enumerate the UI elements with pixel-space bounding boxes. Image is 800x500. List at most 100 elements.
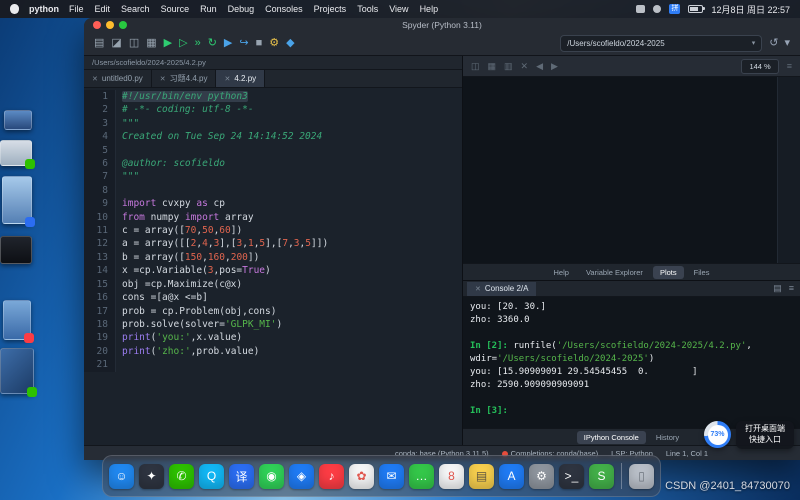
code-line[interactable]: 3""": [84, 117, 462, 130]
dock-icon-trash[interactable]: ▯: [629, 464, 654, 489]
run-cell-advance-icon[interactable]: »: [195, 38, 201, 49]
dock-icon-qq[interactable]: Q: [199, 464, 224, 489]
code-line[interactable]: 2# -*- coding: utf-8 -*-: [84, 103, 462, 116]
console-options-menu-icon[interactable]: ≡: [789, 283, 794, 294]
code-line[interactable]: 18prob.solve(solver='GLPK_MI'): [84, 318, 462, 331]
next-plot-icon[interactable]: ▶: [551, 61, 558, 72]
preferences-wrench-icon[interactable]: ⚙: [269, 38, 279, 49]
code-line[interactable]: 19print('you:',x.value): [84, 331, 462, 344]
save-all-plots-icon[interactable]: ▦: [488, 61, 497, 72]
window-thumbnail[interactable]: [0, 140, 32, 166]
code-line[interactable]: 1#!/usr/bin/env python3: [84, 90, 462, 103]
new-file-icon[interactable]: ▤: [94, 38, 104, 49]
working-directory-selector[interactable]: /Users/scofieldo/2024-2025 ▾: [560, 35, 762, 52]
menu-file[interactable]: File: [69, 4, 84, 14]
code-line[interactable]: 9import cvxpy as cp: [84, 197, 462, 210]
control-center-icon[interactable]: [653, 5, 661, 13]
code-line[interactable]: 4Created on Tue Sep 24 14:14:52 2024: [84, 130, 462, 143]
dock-icon-safari[interactable]: ◈: [289, 464, 314, 489]
code-line[interactable]: 15obj =cp.Maximize(c@x): [84, 278, 462, 291]
code-line[interactable]: 16cons =[a@x <=b]: [84, 291, 462, 304]
debug-icon[interactable]: ▶: [224, 38, 232, 49]
progress-ring[interactable]: 73%: [704, 421, 731, 448]
code-line[interactable]: 5: [84, 144, 462, 157]
console-output[interactable]: you: [20. 30.]zho: 3360.0In [2]: runfile…: [463, 297, 800, 428]
run-cell-icon[interactable]: ▷: [179, 38, 187, 49]
code-line[interactable]: 14x =cp.Variable(3,pos=True): [84, 264, 462, 277]
code-line[interactable]: 12a = array([[2,4,3],[3,1,5],[7,3,5]]): [84, 237, 462, 250]
dock-icon-finder[interactable]: ☺: [109, 464, 134, 489]
tab-ipython-console[interactable]: IPython Console: [577, 431, 646, 444]
menu-source[interactable]: Source: [161, 4, 190, 14]
dock-icon-mail[interactable]: ✉: [379, 464, 404, 489]
editor-tab-untitled0.py[interactable]: ✕untitled0.py: [84, 70, 152, 87]
console-list-icon[interactable]: ▤: [773, 283, 782, 294]
dock-icon-launchpad[interactable]: ✦: [139, 464, 164, 489]
menu-consoles[interactable]: Consoles: [265, 4, 303, 14]
tab-close-icon[interactable]: ✕: [224, 75, 230, 83]
stop-icon[interactable]: ■: [256, 38, 263, 49]
dock-icon-facetime[interactable]: ◉: [259, 464, 284, 489]
dock-icon-anaconda[interactable]: S: [589, 464, 614, 489]
window-thumbnail[interactable]: [2, 176, 32, 224]
dock-icon-calendar[interactable]: 8: [439, 464, 464, 489]
input-method-badge[interactable]: 拼: [669, 4, 680, 14]
code-line[interactable]: 20print('zho:',prob.value): [84, 345, 462, 358]
menu-search[interactable]: Search: [121, 4, 150, 14]
code-line[interactable]: 17prob = cp.Problem(obj,cons): [84, 305, 462, 318]
save-plot-icon[interactable]: ◫: [471, 61, 480, 72]
dock-icon-wechat[interactable]: ✆: [169, 464, 194, 489]
remove-plot-icon[interactable]: ✕: [521, 61, 529, 72]
tab-variable-explorer[interactable]: Variable Explorer: [579, 266, 650, 279]
code-line[interactable]: 7""": [84, 170, 462, 183]
layout-menu-icon[interactable]: ▾: [784, 38, 790, 49]
menu-tools[interactable]: Tools: [357, 4, 378, 14]
menu-help[interactable]: Help: [420, 4, 439, 14]
rerun-cell-icon[interactable]: ↻: [208, 38, 217, 49]
python-env-icon[interactable]: ◆: [286, 38, 294, 49]
previous-plot-icon[interactable]: ◀: [536, 61, 543, 72]
menu-debug[interactable]: Debug: [228, 4, 255, 14]
tab-plots[interactable]: Plots: [653, 266, 684, 279]
menubar-clock[interactable]: 12月8日 周日 22:57: [711, 3, 790, 16]
dock-icon-photos[interactable]: ✿: [349, 464, 374, 489]
window-titlebar[interactable]: Spyder (Python 3.11): [84, 18, 800, 31]
code-line[interactable]: 11c = array([70,50,60]): [84, 224, 462, 237]
run-icon[interactable]: ▶: [164, 38, 172, 49]
helper-overlay[interactable]: 73% 打开桌面端 快捷入口: [704, 421, 794, 449]
code-line[interactable]: 10from numpy import array: [84, 211, 462, 224]
dock-icon-notes[interactable]: ▤: [469, 464, 494, 489]
open-file-icon[interactable]: ◪: [111, 38, 121, 49]
window-thumbnail[interactable]: [0, 236, 32, 264]
code-line[interactable]: 21: [84, 358, 462, 371]
code-line[interactable]: 6@author: scofieldo: [84, 157, 462, 170]
dock-icon-terminal[interactable]: >_: [559, 464, 584, 489]
active-app-name[interactable]: python: [29, 4, 59, 14]
battery-icon[interactable]: [688, 5, 703, 13]
menu-projects[interactable]: Projects: [314, 4, 347, 14]
tab-help[interactable]: Help: [547, 266, 576, 279]
code-area[interactable]: 1#!/usr/bin/env python32# -*- coding: ut…: [84, 88, 462, 445]
close-icon[interactable]: ✕: [475, 285, 481, 293]
console-tab[interactable]: ✕ Console 2/A: [467, 282, 536, 296]
window-thumbnail[interactable]: [0, 348, 34, 394]
dock-icon-system-settings[interactable]: ⚙: [529, 464, 554, 489]
display-status-icon[interactable]: [636, 5, 645, 13]
code-line[interactable]: 8: [84, 184, 462, 197]
working-dir-up-icon[interactable]: ↺: [769, 38, 778, 49]
plots-canvas[interactable]: [463, 77, 800, 263]
window-thumbnail[interactable]: [3, 300, 31, 340]
zoom-level[interactable]: 144 %: [741, 59, 778, 74]
copy-plot-icon[interactable]: ▥: [504, 61, 513, 72]
tab-history[interactable]: History: [649, 431, 686, 444]
menu-view[interactable]: View: [389, 4, 408, 14]
overlay-label[interactable]: 打开桌面端 快捷入口: [736, 421, 794, 449]
dock-icon-music[interactable]: ♪: [319, 464, 344, 489]
apple-menu-icon[interactable]: [10, 4, 19, 14]
debug-step-icon[interactable]: ↪: [239, 38, 248, 49]
menu-run[interactable]: Run: [200, 4, 217, 14]
tab-close-icon[interactable]: ✕: [160, 75, 166, 83]
tab-close-icon[interactable]: ✕: [92, 75, 98, 83]
dock-icon-app-store[interactable]: A: [499, 464, 524, 489]
editor-tab-4.2.py[interactable]: ✕4.2.py: [216, 70, 265, 87]
